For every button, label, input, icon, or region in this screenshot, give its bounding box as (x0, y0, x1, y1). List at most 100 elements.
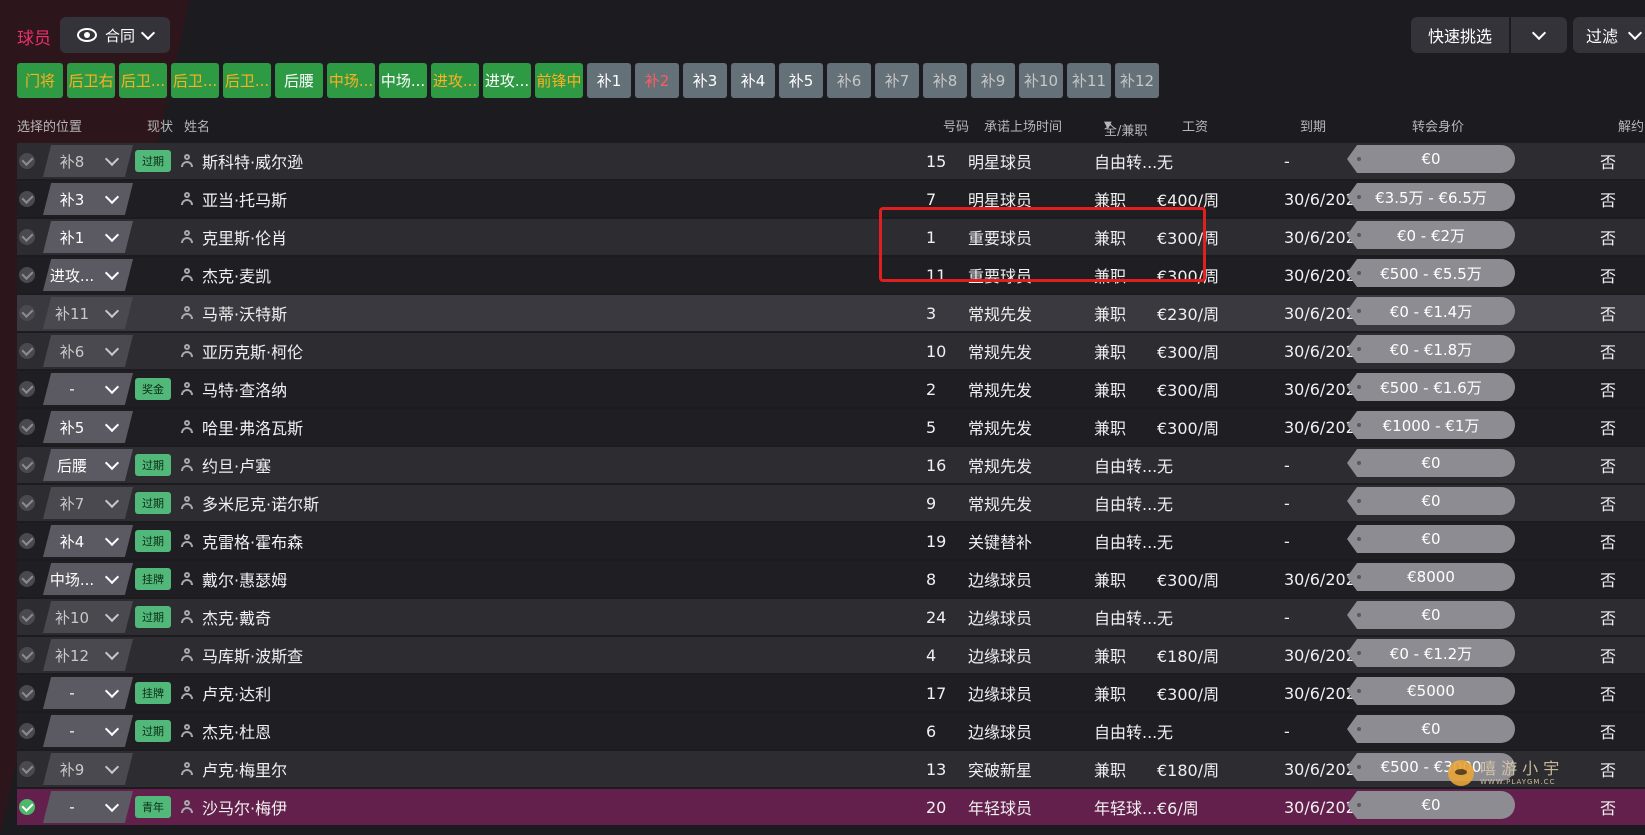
position-chip[interactable]: 后卫... (171, 63, 219, 98)
col-position[interactable]: 选择的位置 (17, 116, 82, 135)
position-select[interactable]: 补1 (43, 221, 133, 253)
player-name[interactable]: 马库斯·波斯查 (202, 637, 303, 673)
col-release[interactable]: 解约 (1618, 116, 1644, 135)
table-row[interactable]: 补3 亚当·托马斯 7 明星球员 兼职 €400/周 30/6/2022 否 €3.5万 - €… (17, 181, 1645, 219)
select-check-icon[interactable] (19, 305, 35, 321)
select-check-icon[interactable] (19, 343, 35, 359)
player-name[interactable]: 沙马尔·梅伊 (202, 789, 287, 825)
position-chip[interactable]: 补12 (1115, 63, 1159, 98)
player-name[interactable]: 卢克·梅里尔 (202, 751, 287, 787)
transfer-value-pill[interactable]: €500 - €5.5万 (1347, 259, 1515, 287)
player-name[interactable]: 约旦·卢塞 (202, 447, 271, 483)
position-select[interactable]: 补12 (43, 639, 133, 671)
transfer-value-pill[interactable]: €0 (1347, 715, 1515, 743)
transfer-value-pill[interactable]: €0 (1347, 791, 1515, 819)
transfer-value-pill[interactable]: €5000 (1347, 677, 1515, 705)
transfer-value-pill[interactable]: €3.5万 - €6.5万 (1347, 183, 1515, 211)
position-chip[interactable]: 补6 (827, 63, 871, 98)
position-select[interactable]: 补3 (43, 183, 133, 215)
position-select[interactable]: - (43, 373, 133, 405)
player-name[interactable]: 亚当·托马斯 (202, 181, 287, 217)
position-chip[interactable]: 补1 (587, 63, 631, 98)
position-chip[interactable]: 门将 (17, 63, 63, 98)
table-row[interactable]: 后腰 过期 约旦·卢塞 16 常规先发 自由转... 无 - 否 €0 (17, 447, 1645, 485)
player-name[interactable]: 哈里·弗洛瓦斯 (202, 409, 303, 445)
player-name[interactable]: 克雷格·霍布森 (202, 523, 303, 559)
transfer-value-pill[interactable]: €0 - €2万 (1347, 221, 1515, 249)
position-select[interactable]: 补10 (43, 601, 133, 633)
table-row[interactable]: 补12 马库斯·波斯查 4 边缘球员 兼职 €180/周 30/6/2022 否 €0 - €1… (17, 637, 1645, 675)
position-select[interactable]: 补8 (43, 145, 133, 177)
quick-pick-dropdown[interactable] (1511, 17, 1567, 53)
select-check-icon[interactable] (19, 153, 35, 169)
transfer-value-pill[interactable]: €0 (1347, 601, 1515, 629)
position-select[interactable]: 进攻... (43, 259, 133, 291)
transfer-value-pill[interactable]: €8000 (1347, 563, 1515, 591)
select-check-icon[interactable] (19, 571, 35, 587)
table-row[interactable]: 补8 过期 斯科特·威尔逊 15 明星球员 自由转... 无 - 否 €0 (17, 143, 1645, 181)
col-name[interactable]: 姓名 (184, 116, 210, 135)
select-check-icon[interactable] (19, 381, 35, 397)
select-check-icon[interactable] (19, 609, 35, 625)
position-select[interactable]: 中场... (43, 563, 133, 595)
position-chip[interactable]: 补5 (779, 63, 823, 98)
select-check-icon[interactable] (19, 799, 35, 815)
col-number[interactable]: 号码 (943, 116, 969, 135)
table-row[interactable]: 补11 马蒂·沃特斯 3 常规先发 兼职 €230/周 30/6/2022 否 €0 - €1.… (17, 295, 1645, 333)
position-chip[interactable]: 补7 (875, 63, 919, 98)
position-chip[interactable]: 后卫... (119, 63, 167, 98)
col-wage[interactable]: 工资 (1182, 116, 1208, 135)
select-check-icon[interactable] (19, 685, 35, 701)
select-check-icon[interactable] (19, 457, 35, 473)
player-name[interactable]: 亚历克斯·柯伦 (202, 333, 303, 369)
transfer-value-pill[interactable]: €0 - €1.8万 (1347, 335, 1515, 363)
player-name[interactable]: 杰克·戴奇 (202, 599, 271, 635)
player-name[interactable]: 戴尔·惠瑟姆 (202, 561, 287, 597)
position-chip[interactable]: 后腰 (275, 63, 323, 98)
select-check-icon[interactable] (19, 533, 35, 549)
table-row[interactable]: 中场... 挂牌 戴尔·惠瑟姆 8 边缘球员 兼职 €300/周 30/6/2022 否 €800… (17, 561, 1645, 599)
position-chip[interactable]: 补3 (683, 63, 727, 98)
position-select[interactable]: - (43, 791, 133, 823)
position-chip[interactable]: 补10 (1019, 63, 1063, 98)
position-select[interactable]: 补11 (43, 297, 133, 329)
table-row[interactable]: - 挂牌 卢克·达利 17 边缘球员 兼职 €300/周 30/6/2022 否 €5000 (17, 675, 1645, 713)
position-chip[interactable]: 补11 (1067, 63, 1111, 98)
transfer-value-pill[interactable]: €0 (1347, 525, 1515, 553)
player-name[interactable]: 马蒂·沃特斯 (202, 295, 287, 331)
select-check-icon[interactable] (19, 761, 35, 777)
quick-pick-button[interactable]: 快速挑选 (1411, 17, 1509, 53)
table-row[interactable]: - 青年 沙马尔·梅伊 20 年轻球员 年轻球... €6/周 30/6/2023 否 €0 (17, 789, 1645, 827)
transfer-value-pill[interactable]: €500 - €1.6万 (1347, 373, 1515, 401)
table-row[interactable]: 补10 过期 杰克·戴奇 24 边缘球员 自由转... 无 - 否 €0 (17, 599, 1645, 637)
position-select[interactable]: 后腰 (43, 449, 133, 481)
table-row[interactable]: 补9 卢克·梅里尔 13 突破新星 兼职 €180/周 30/6/2022 否 €500 - €… (17, 751, 1645, 789)
position-select[interactable]: 补6 (43, 335, 133, 367)
col-status[interactable]: 现状 (147, 116, 173, 135)
table-row[interactable]: - 过期 杰克·杜恩 6 边缘球员 自由转... 无 - 否 €0 (17, 713, 1645, 751)
select-check-icon[interactable] (19, 723, 35, 739)
select-check-icon[interactable] (19, 495, 35, 511)
col-expiry[interactable]: 到期 (1300, 116, 1326, 135)
player-name[interactable]: 马特·查洛纳 (202, 371, 287, 407)
select-check-icon[interactable] (19, 229, 35, 245)
player-name[interactable]: 杰克·麦凯 (202, 257, 271, 293)
player-name[interactable]: 卢克·达利 (202, 675, 271, 711)
select-check-icon[interactable] (19, 647, 35, 663)
position-chip[interactable]: 中场... (379, 63, 427, 98)
position-select[interactable]: 补4 (43, 525, 133, 557)
transfer-value-pill[interactable]: €1000 - €1万 (1347, 411, 1515, 439)
col-transfer-value[interactable]: 转会身价 (1412, 116, 1464, 135)
table-row[interactable]: 补7 过期 多米尼克·诺尔斯 9 常规先发 自由转... 无 - 否 €0 (17, 485, 1645, 523)
player-name[interactable]: 多米尼克·诺尔斯 (202, 485, 319, 521)
position-chip[interactable]: 后卫右 (67, 63, 115, 98)
player-name[interactable]: 斯科特·威尔逊 (202, 143, 303, 179)
transfer-value-pill[interactable]: €0 (1347, 487, 1515, 515)
table-row[interactable]: 进攻... 杰克·麦凯 11 重要球员 兼职 €300/周 30/6/2022 否 €500 -… (17, 257, 1645, 295)
table-row[interactable]: 补6 亚历克斯·柯伦 10 常规先发 兼职 €300/周 30/6/2022 否 €0 - €1… (17, 333, 1645, 371)
table-row[interactable]: 补4 过期 克雷格·霍布森 19 关键替补 自由转... 无 - 否 €0 (17, 523, 1645, 561)
col-promised-time[interactable]: 承诺上场时间 (984, 116, 1062, 135)
position-select[interactable]: 补5 (43, 411, 133, 443)
player-name[interactable]: 克里斯·伦肖 (202, 219, 287, 255)
position-select[interactable]: 补7 (43, 487, 133, 519)
